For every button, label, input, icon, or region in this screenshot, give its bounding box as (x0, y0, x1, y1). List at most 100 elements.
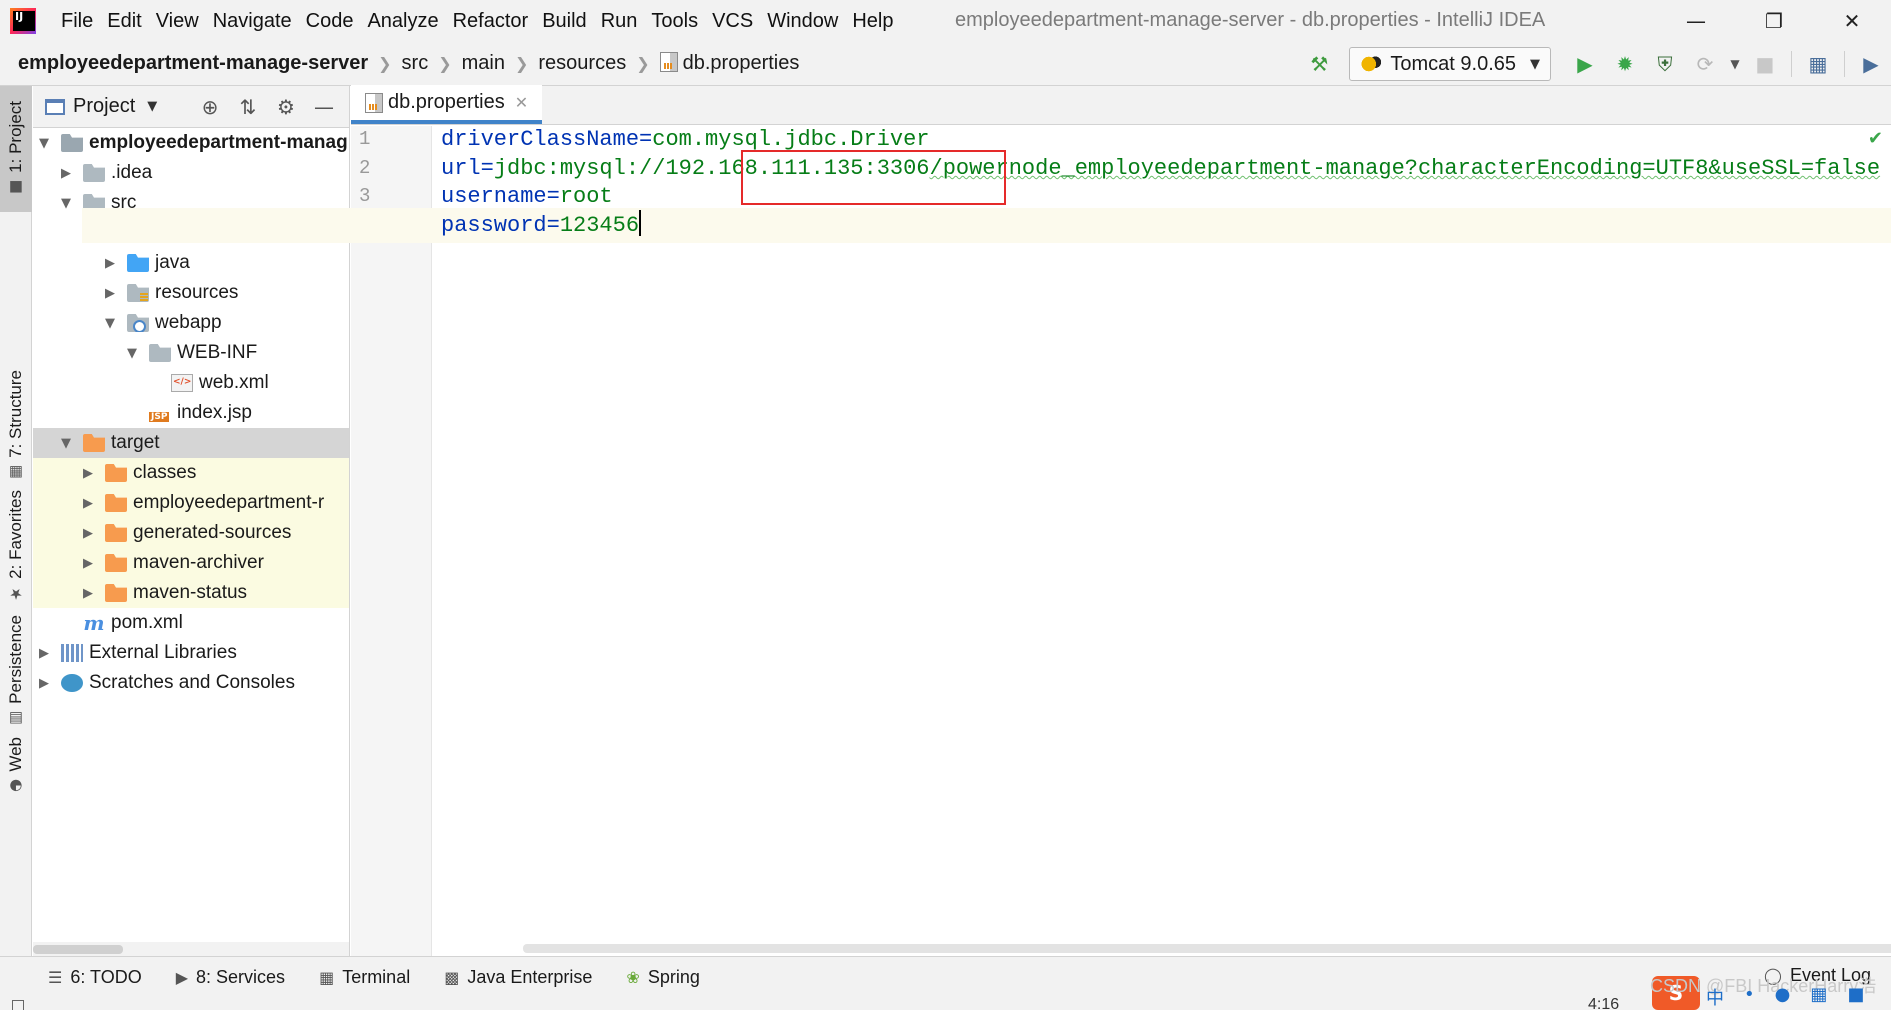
todo-tool-button[interactable]: ☰ 6: TODO (48, 967, 142, 988)
gear-icon[interactable]: ⚙ (269, 90, 303, 124)
menu-run[interactable]: Run (594, 10, 645, 33)
property-key: password (441, 213, 547, 238)
run-configuration-select[interactable]: Tomcat 9.0.65 ▼ (1349, 47, 1551, 81)
collapsed-arrow-icon[interactable]: ▶ (103, 286, 117, 301)
tree-row-external-libraries[interactable]: ▶ External Libraries (33, 638, 349, 668)
web-tool-button[interactable]: ◕ Web (0, 736, 32, 796)
tab-db-properties[interactable]: db.properties ✕ (351, 85, 543, 124)
project-tool-button[interactable]: ■ 1: Project (0, 86, 32, 212)
breadcrumb-resources[interactable]: resources (538, 52, 626, 75)
debug-icon[interactable]: ✹ (1605, 44, 1645, 84)
tree-row-java[interactable]: ▶ java (33, 248, 349, 278)
services-tool-button[interactable]: ▶ 8: Services (176, 967, 285, 988)
breadcrumb-src[interactable]: src (402, 52, 429, 75)
editor-horizontal-scrollbar[interactable] (433, 940, 1891, 956)
collapsed-arrow-icon[interactable]: ▶ (37, 646, 51, 661)
tree-row-pom-xml[interactable]: ▶ m pom.xml (33, 608, 349, 638)
collapsed-arrow-icon[interactable]: ▶ (81, 526, 95, 541)
tree-row-resources[interactable]: ▶ resources (33, 278, 349, 308)
run-with-coverage-icon[interactable]: ⛨ (1645, 44, 1685, 84)
collapsed-arrow-icon[interactable]: ▶ (81, 556, 95, 571)
project-horizontal-scrollbar[interactable] (33, 942, 349, 956)
excluded-folder-icon (105, 584, 127, 602)
project-structure-icon[interactable]: ▦ (1798, 44, 1838, 84)
terminal-tool-button[interactable]: ▦ Terminal (319, 967, 410, 988)
tree-row-classes[interactable]: ▶ classes (33, 458, 349, 488)
menu-navigate[interactable]: Navigate (206, 10, 299, 33)
left-tool-stripe: ■ 1: Project ▦ 7: Structure ★ 2: Favorites … (0, 86, 32, 956)
scrollbar-thumb[interactable] (33, 945, 123, 954)
tree-row-index-jsp[interactable]: ▶ index.jsp (33, 398, 349, 428)
menu-view[interactable]: View (149, 10, 206, 33)
profile-icon[interactable]: ⟳ (1685, 44, 1725, 84)
collapsed-arrow-icon[interactable]: ▶ (81, 466, 95, 481)
run-icon[interactable]: ▶ (1565, 44, 1605, 84)
collapsed-arrow-icon[interactable]: ▶ (59, 166, 73, 181)
chevron-down-icon[interactable]: ▼ (147, 99, 157, 114)
menu-refactor[interactable]: Refactor (446, 10, 536, 33)
property-value: 123456 (559, 213, 640, 238)
code-line-4[interactable]: password=123456 (82, 208, 1891, 243)
menu-vcs[interactable]: VCS (705, 10, 760, 33)
expanded-arrow-icon[interactable]: ▼ (59, 196, 73, 211)
spring-tool-button[interactable]: ❀ Spring (626, 967, 699, 988)
collapsed-arrow-icon[interactable]: ▶ (37, 676, 51, 691)
expanded-arrow-icon[interactable]: ▼ (37, 136, 51, 151)
tree-row-artifact[interactable]: ▶ employeedepartment-r (33, 488, 349, 518)
tree-label: pom.xml (111, 612, 183, 633)
collapse-all-icon[interactable]: ⇅ (231, 90, 265, 124)
tree-row-scratches[interactable]: ▶ Scratches and Consoles (33, 668, 349, 698)
menu-edit[interactable]: Edit (100, 10, 148, 33)
menu-build[interactable]: Build (535, 10, 593, 33)
tree-row-generated-sources[interactable]: ▶ generated-sources (33, 518, 349, 548)
stop-icon[interactable]: ■ (1745, 44, 1785, 84)
expanded-arrow-icon[interactable]: ▼ (125, 346, 139, 361)
tree-row-maven-archiver[interactable]: ▶ maven-archiver (33, 548, 349, 578)
collapsed-arrow-icon[interactable]: ▶ (81, 496, 95, 511)
run-anything-icon[interactable]: ▶ (1851, 44, 1891, 84)
minimize-icon[interactable]: — (1657, 0, 1735, 42)
favorites-tool-button[interactable]: ★ 2: Favorites (0, 490, 32, 603)
locate-file-icon[interactable]: ⊕ (193, 90, 227, 124)
tree-row-web-inf[interactable]: ▼ WEB-INF (33, 338, 349, 368)
expanded-arrow-icon[interactable]: ▼ (103, 316, 117, 331)
project-panel-title[interactable]: Project (73, 95, 135, 118)
menu-analyze[interactable]: Analyze (360, 10, 445, 33)
persistence-tool-button[interactable]: ▤ Persistence (0, 614, 32, 728)
microphone-icon[interactable]: ● (1775, 984, 1791, 1010)
build-hammer-icon[interactable]: ⚒ (1299, 44, 1339, 84)
punctuation-icon[interactable]: • (1744, 984, 1755, 1010)
tree-row-maven-status[interactable]: ▶ maven-status (33, 578, 349, 608)
java-enterprise-tool-button[interactable]: ▩ Java Enterprise (444, 967, 592, 988)
breadcrumb-main[interactable]: main (462, 52, 505, 75)
breadcrumb-project[interactable]: employeedepartment-manage-server (18, 52, 368, 75)
hide-panel-icon[interactable]: — (307, 90, 341, 124)
menu-help[interactable]: Help (845, 10, 900, 33)
tree-row-target[interactable]: ▼ target (33, 428, 349, 458)
breadcrumb-file[interactable]: db.properties (659, 52, 799, 75)
caret-position[interactable]: 4:16 (1588, 998, 1619, 1010)
keyboard-icon[interactable]: ▦ (1810, 984, 1827, 1010)
menu-tools[interactable]: Tools (644, 10, 705, 33)
menu-file[interactable]: File (54, 10, 100, 33)
close-tab-icon[interactable]: ✕ (515, 93, 528, 112)
more-run-options-icon[interactable]: ▼ (1725, 44, 1745, 84)
structure-tool-button[interactable]: ▦ 7: Structure (0, 366, 32, 486)
menu-code[interactable]: Code (299, 10, 361, 33)
collapsed-arrow-icon[interactable]: ▶ (103, 256, 117, 271)
close-window-icon[interactable]: ✕ (1813, 0, 1891, 42)
expanded-arrow-icon[interactable]: ▼ (59, 436, 73, 451)
tool-windows-toggle-icon[interactable] (12, 1000, 24, 1010)
libraries-icon (61, 644, 83, 662)
persistence-tool-text: Persistence (6, 614, 25, 704)
inspection-ok-icon[interactable]: ✔ (1868, 128, 1883, 149)
menu-window[interactable]: Window (760, 10, 845, 33)
scrollbar-thumb[interactable] (523, 944, 1891, 953)
tree-row-web-xml[interactable]: ▶ web.xml (33, 368, 349, 398)
collapsed-arrow-icon[interactable]: ▶ (81, 586, 95, 601)
code-editor[interactable]: driverClassName=com.mysql.jdbc.Driver ur… (82, 126, 1891, 956)
restore-icon[interactable]: ❐ (1735, 0, 1813, 42)
tree-row-webapp[interactable]: ▼ webapp (33, 308, 349, 338)
tray-settings-icon[interactable]: ■ (1847, 984, 1864, 1010)
ime-icon[interactable]: 中 (1706, 984, 1724, 1010)
